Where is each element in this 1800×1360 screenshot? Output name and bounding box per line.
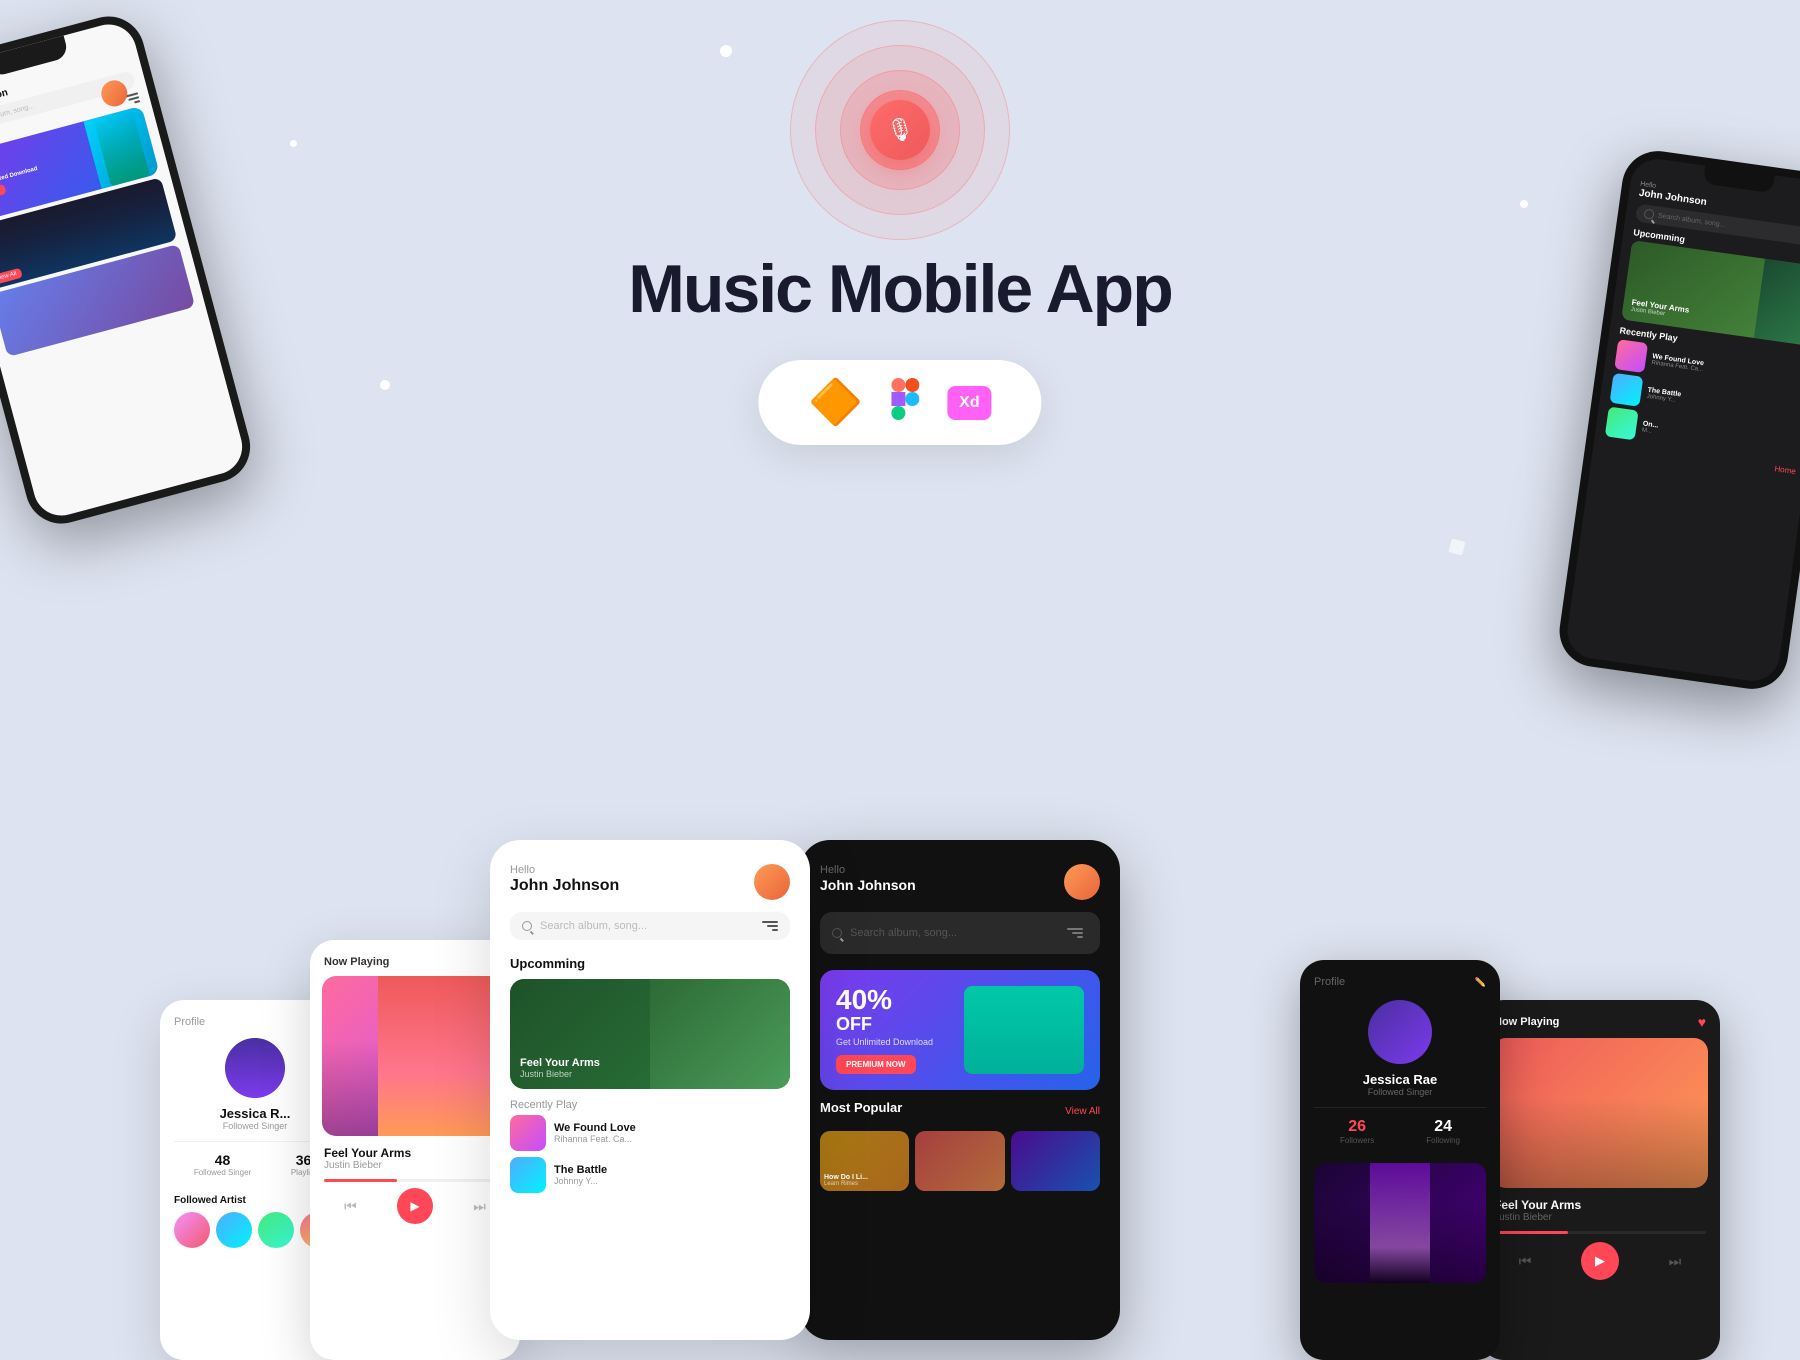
dark-prev-btn[interactable]: ⏮ [1519, 1253, 1532, 1270]
next-btn[interactable]: ⏭ [473, 1198, 486, 1215]
profile-role: Followed Singer [223, 1121, 288, 1131]
main-dark-view-all[interactable]: View All [1065, 1106, 1100, 1117]
main-dark-avatar [1064, 864, 1100, 900]
dark-followers: 26 [1340, 1118, 1374, 1136]
followed-singer-count: 48 [194, 1152, 251, 1168]
main-light-greeting: Hello [510, 864, 619, 876]
bg-dot-4 [380, 380, 390, 390]
main-dark-promo: 40% OFF Get Unlimited Download PREMIUM N… [820, 970, 1100, 1090]
dark-np-title: Now Playing [1494, 1016, 1559, 1028]
artist-thumb-3 [258, 1212, 294, 1248]
mic-button[interactable]: 🎙 [870, 100, 930, 160]
main-light-song-2: The Battle Johnny Y... [510, 1157, 790, 1193]
bg-dot-1 [720, 45, 732, 57]
main-dark-most-popular: Most Popular [820, 1100, 902, 1115]
now-playing-card-light: Now Playing ♥ Feel Your Arms Justin Bieb… [310, 940, 520, 1360]
artist-thumb-1 [174, 1212, 210, 1248]
mic-icon: 🎙 [886, 117, 914, 143]
left-phone-view-all[interactable]: View All [0, 268, 23, 286]
dark-following: 24 [1426, 1118, 1460, 1136]
phone-left: Hello John Johnson Search album, song...… [0, 8, 258, 531]
main-dark-greeting: Hello [820, 864, 916, 876]
xd-icon: Xd [947, 386, 991, 420]
sketch-icon: 🔶 [808, 381, 863, 425]
dark-profile-card: Profile ✏️ Jessica Rae Followed Singer 2… [1300, 960, 1500, 1360]
np-song-title: Feel Your Arms [324, 1146, 506, 1160]
main-dark-username: John Johnson [820, 877, 916, 893]
phone-right: Hello John Johnson Search album, song...… [1555, 147, 1800, 694]
main-light-recently: Recently Play [510, 1099, 790, 1111]
main-light-search[interactable]: Search album, song... [510, 912, 790, 940]
left-phone-promo-btn[interactable]: View All [0, 184, 6, 202]
deco-square-1 [1448, 538, 1465, 555]
play-btn[interactable]: ▶ [397, 1188, 433, 1224]
profile-avatar [225, 1038, 285, 1098]
bg-dot-5 [290, 140, 297, 147]
np-artist: Justin Bieber [324, 1160, 506, 1171]
mic-container: 🎙 [790, 20, 1010, 240]
main-light-song-1: We Found Love Rihanna Feat. Ca... [510, 1115, 790, 1151]
main-dark-mockup: Hello John Johnson Search album, song...… [800, 840, 1120, 1340]
dark-next-btn[interactable]: ⏭ [1669, 1253, 1682, 1270]
page-title: Music Mobile App [628, 250, 1171, 328]
main-light-avatar [754, 864, 790, 900]
main-dark-search[interactable]: Search album, song... [820, 912, 1100, 954]
main-dark-premium-btn[interactable]: PREMIUM NOW [836, 1055, 916, 1074]
dark-profile-role: Followed Singer [1368, 1087, 1433, 1097]
dark-np-song: Feel Your Arms [1494, 1198, 1706, 1212]
profile-name: Jessica R... [220, 1106, 291, 1121]
now-playing-title: Now Playing [324, 956, 389, 968]
mp-card-1: How Do I Li... Learn Rimes [820, 1131, 909, 1191]
mp-card-3 [1011, 1131, 1100, 1191]
dark-profile-avatar [1368, 1000, 1432, 1064]
dark-profile-name: Jessica Rae [1363, 1072, 1437, 1087]
bg-dot-2 [1520, 200, 1528, 208]
prev-btn[interactable]: ⏮ [344, 1198, 357, 1215]
followed-singer-label: Followed Singer [194, 1168, 251, 1177]
mp-card-2 [915, 1131, 1004, 1191]
main-light-username: John Johnson [510, 877, 619, 895]
dark-now-playing-card: Now Playing ♥ Feel Your Arms Justin Bieb… [1480, 1000, 1720, 1360]
tool-badges-container: 🔶 Xd [758, 360, 1041, 445]
main-light-mockup: Hello John Johnson Search album, song...… [490, 840, 810, 1340]
artist-thumb-2 [216, 1212, 252, 1248]
dark-profile-title: Profile [1314, 976, 1345, 988]
figma-icon [891, 378, 919, 427]
main-light-banner: Feel Your Arms Justin Bieber [510, 979, 790, 1089]
dark-play-btn[interactable]: ▶ [1581, 1242, 1619, 1280]
dark-np-artist: Justin Bieber [1494, 1212, 1706, 1223]
main-light-upcomming: Upcomming [510, 956, 790, 971]
